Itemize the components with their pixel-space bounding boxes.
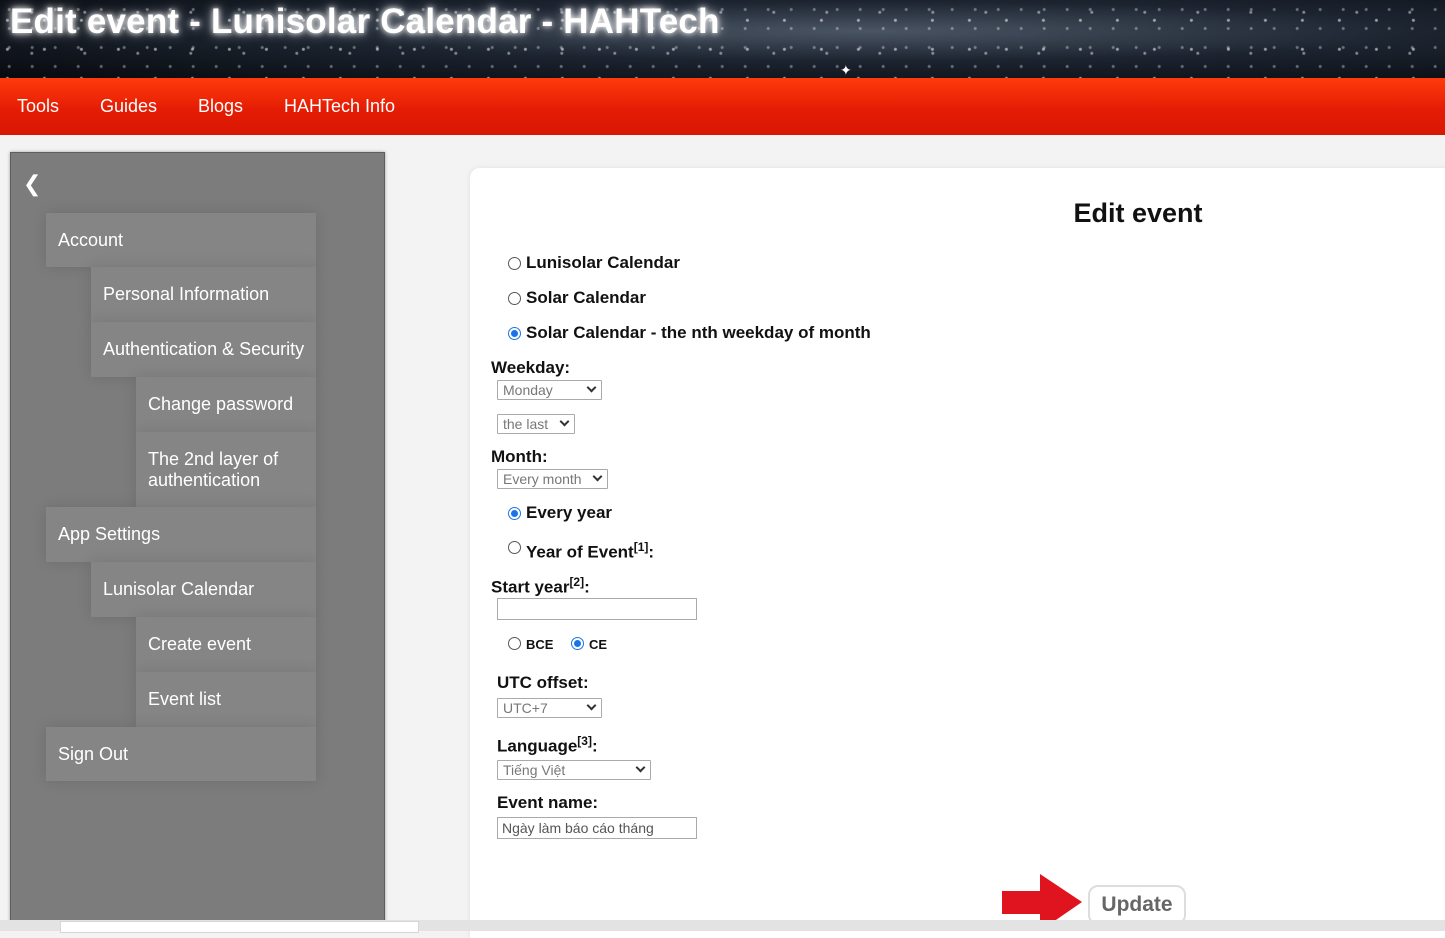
sidebar-item-label: Create event	[148, 634, 252, 654]
start-year-label: Start year[2]:	[491, 575, 590, 598]
colon-text: :	[648, 542, 655, 562]
sidebar-item-event-list[interactable]: Event list	[136, 672, 316, 727]
footnote-ref-1[interactable]: [1]	[634, 540, 649, 554]
weekday-label: Weekday:	[491, 358, 571, 377]
radio-label-solar-nth-weekday: Solar Calendar - the nth weekday of mont…	[526, 323, 871, 342]
nth-select[interactable]: the last	[497, 414, 575, 434]
footnote-ref-3[interactable]: [3]	[577, 734, 592, 748]
sidebar-item-label: Account	[58, 229, 124, 250]
sidebar-item-label: Event list	[148, 689, 222, 709]
star-decoration-icon: ✦	[840, 62, 852, 78]
nav-guides[interactable]: Guides	[100, 78, 157, 135]
event-name-input[interactable]: Ngày làm báo cáo tháng	[497, 817, 697, 839]
colon-text: :	[591, 736, 598, 756]
scrollbar-thumb[interactable]	[60, 921, 419, 933]
radio-bce[interactable]	[508, 637, 521, 650]
weekday-select-value: Monday	[503, 382, 553, 398]
chevron-down-icon	[635, 762, 646, 773]
month-select[interactable]: Every month	[497, 469, 608, 489]
sidebar-item-label: Personal Information	[103, 284, 270, 304]
nav-hahtech-info[interactable]: HAHTech Info	[284, 78, 395, 135]
sidebar-item-second-layer-auth[interactable]: The 2nd layer of authentication	[136, 432, 316, 507]
radio-label-year-of-event: Year of Event[1]:	[526, 540, 654, 563]
sidebar-item-sign-out[interactable]: Sign Out	[46, 727, 316, 781]
radio-lunisolar-calendar[interactable]	[508, 257, 521, 270]
radio-every-year[interactable]	[508, 507, 521, 520]
top-navbar: Tools Guides Blogs HAHTech Info	[0, 78, 1445, 135]
month-select-value: Every month	[503, 471, 582, 487]
sidebar-item-label: Authentication & Security	[103, 339, 305, 359]
update-button[interactable]: Update	[1088, 885, 1186, 925]
sidebar-item-app-settings[interactable]: App Settings	[46, 507, 316, 562]
weekday-select[interactable]: Monday	[497, 380, 602, 400]
language-text: Language	[497, 736, 578, 756]
nav-blogs[interactable]: Blogs	[198, 78, 243, 135]
chevron-down-icon	[592, 471, 603, 482]
page-header-title: Edit event - Lunisolar Calendar - HAHTec…	[10, 2, 720, 41]
sidebar-item-label: Change password	[148, 394, 294, 414]
radio-solar-nth-weekday[interactable]	[508, 327, 521, 340]
sidebar-item-account[interactable]: Account	[46, 213, 316, 267]
nth-select-value: the last	[503, 416, 549, 432]
start-year-input[interactable]	[497, 598, 697, 620]
utc-offset-select[interactable]: UTC+7	[497, 698, 602, 718]
radio-year-of-event[interactable]	[508, 541, 521, 554]
utc-offset-value: UTC+7	[503, 700, 548, 716]
start-year-text: Start year	[491, 577, 570, 597]
chevron-down-icon	[586, 700, 597, 711]
chevron-left-icon[interactable]: ❮	[23, 171, 41, 197]
sidebar-item-label: The 2nd layer of	[148, 448, 279, 469]
radio-solar-calendar[interactable]	[508, 292, 521, 305]
site-header: Edit event - Lunisolar Calendar - HAHTec…	[0, 0, 1445, 78]
sidebar-item-label: Lunisolar Calendar	[103, 579, 255, 599]
year-of-event-text: Year of Event	[526, 542, 634, 562]
radio-label-solar: Solar Calendar	[526, 288, 646, 307]
language-select-value: Tiếng Việt	[503, 762, 566, 778]
sidebar-item-change-password[interactable]: Change password	[136, 377, 316, 432]
language-select[interactable]: Tiếng Việt	[497, 760, 651, 780]
sidebar-item-personal-information[interactable]: Personal Information	[91, 267, 316, 322]
sidebar: ❮ Account Personal Information Authentic…	[10, 152, 385, 924]
radio-ce[interactable]	[571, 637, 584, 650]
utc-offset-label: UTC offset:	[497, 673, 589, 692]
sidebar-item-auth-security[interactable]: Authentication & Security	[91, 322, 316, 377]
colon-text: :	[584, 577, 590, 597]
radio-label-every-year: Every year	[526, 503, 613, 522]
sidebar-item-label: App Settings	[58, 524, 161, 544]
sidebar-item-create-event[interactable]: Create event	[136, 617, 316, 672]
radio-label-lunisolar: Lunisolar Calendar	[526, 253, 680, 272]
month-label: Month:	[491, 447, 548, 466]
horizontal-scrollbar[interactable]	[0, 920, 1445, 933]
sidebar-item-label: Sign Out	[58, 743, 129, 764]
page-title: Edit event	[1073, 198, 1203, 228]
footnote-ref-2[interactable]: [2]	[569, 575, 584, 589]
radio-label-bce: BCE	[526, 637, 554, 652]
chevron-down-icon	[586, 382, 597, 393]
nav-tools[interactable]: Tools	[17, 78, 59, 135]
radio-label-ce: CE	[589, 637, 608, 652]
sidebar-item-label: authentication	[148, 469, 261, 490]
language-label: Language[3]:	[497, 734, 598, 757]
sidebar-item-lunisolar-calendar[interactable]: Lunisolar Calendar	[91, 562, 316, 617]
event-name-label: Event name:	[497, 793, 599, 812]
chevron-down-icon	[559, 416, 570, 427]
